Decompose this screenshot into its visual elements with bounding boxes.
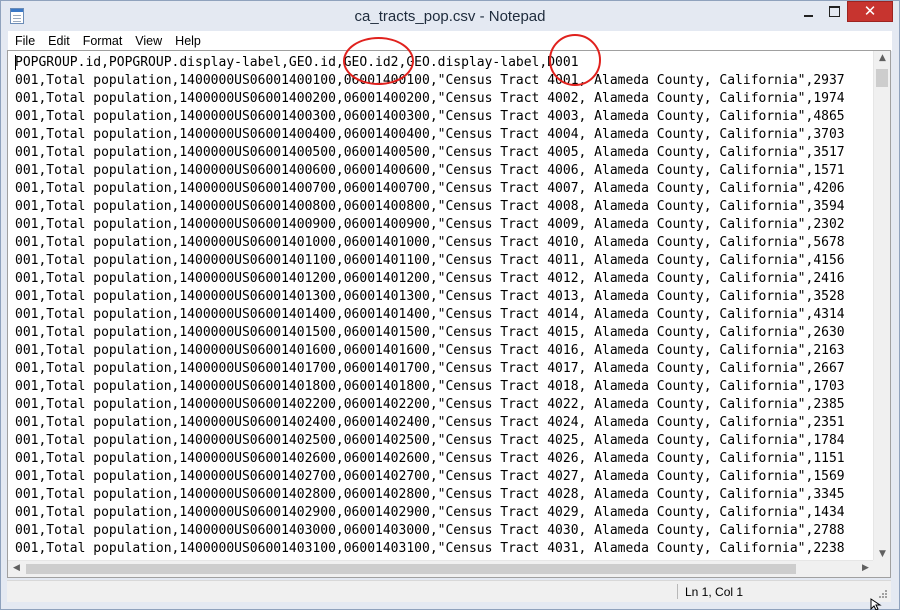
menu-view[interactable]: View — [128, 31, 168, 51]
close-button[interactable]: ✕ — [847, 1, 893, 22]
minimize-button[interactable] — [795, 1, 821, 22]
csv-data-line: 001,Total population,1400000US0600140220… — [15, 397, 845, 412]
status-divider — [677, 584, 678, 599]
csv-data-line: 001,Total population,1400000US0600140110… — [15, 253, 845, 268]
scroll-right-icon[interactable]: ▶ — [857, 563, 874, 573]
mouse-pointer-icon — [870, 598, 882, 610]
text-caret — [15, 55, 16, 70]
vertical-scroll-thumb[interactable] — [876, 69, 888, 87]
csv-data-line: 001,Total population,1400000US0600140260… — [15, 451, 845, 466]
csv-data-line: 001,Total population,1400000US0600140250… — [15, 433, 845, 448]
csv-data-line: 001,Total population,1400000US0600140030… — [15, 109, 845, 124]
scroll-down-icon[interactable]: ▼ — [874, 549, 891, 559]
window-controls: ✕ — [795, 1, 893, 22]
csv-data-line: 001,Total population,1400000US0600140010… — [15, 73, 845, 88]
menu-help[interactable]: Help — [168, 31, 207, 51]
csv-data-line: 001,Total population,1400000US0600140170… — [15, 361, 845, 376]
csv-data-line: 001,Total population,1400000US0600140120… — [15, 271, 845, 286]
cursor-position: Ln 1, Col 1 — [685, 585, 744, 599]
menu-file[interactable]: File — [8, 31, 41, 51]
horizontal-scrollbar[interactable]: ◀ ▶ — [8, 560, 874, 577]
title-bar[interactable]: ca_tracts_pop.csv - Notepad ✕ — [1, 1, 899, 31]
csv-data-line: 001,Total population,1400000US0600140090… — [15, 217, 845, 232]
csv-header-line: POPGROUP.id,POPGROUP.display-label,GEO.i… — [15, 55, 579, 70]
csv-data-line: 001,Total population,1400000US0600140150… — [15, 325, 845, 340]
csv-data-line: 001,Total population,1400000US0600140100… — [15, 235, 845, 250]
horizontal-scroll-thumb[interactable] — [26, 564, 796, 574]
menu-format[interactable]: Format — [76, 31, 129, 51]
maximize-icon — [828, 6, 840, 17]
csv-data-line: 001,Total population,1400000US0600140070… — [15, 181, 845, 196]
csv-data-line: 001,Total population,1400000US0600140040… — [15, 127, 845, 142]
vertical-scrollbar[interactable]: ▲ ▼ — [873, 51, 890, 561]
maximize-button[interactable] — [821, 1, 847, 22]
csv-data-line: 001,Total population,1400000US0600140310… — [15, 541, 845, 556]
text-editor[interactable]: POPGROUP.id,POPGROUP.display-label,GEO.i… — [7, 50, 891, 578]
csv-data-line: 001,Total population,1400000US0600140180… — [15, 379, 845, 394]
scroll-left-icon[interactable]: ◀ — [8, 563, 25, 573]
csv-data-line: 001,Total population,1400000US0600140080… — [15, 199, 845, 214]
menu-bar: File Edit Format View Help — [8, 31, 892, 51]
window-title: ca_tracts_pop.csv - Notepad — [354, 8, 546, 25]
csv-data-line: 001,Total population,1400000US0600140130… — [15, 289, 845, 304]
close-icon: ✕ — [863, 2, 877, 20]
status-bar: Ln 1, Col 1 — [7, 580, 891, 602]
csv-data-line: 001,Total population,1400000US0600140140… — [15, 307, 845, 322]
csv-data-line: 001,Total population,1400000US0600140020… — [15, 91, 845, 106]
scroll-up-icon[interactable]: ▲ — [874, 53, 891, 63]
csv-data-line: 001,Total population,1400000US0600140300… — [15, 523, 845, 538]
csv-data-line: 001,Total population,1400000US0600140270… — [15, 469, 845, 484]
csv-data-line: 001,Total population,1400000US0600140050… — [15, 145, 845, 160]
menu-edit[interactable]: Edit — [41, 31, 76, 51]
csv-data-line: 001,Total population,1400000US0600140240… — [15, 415, 845, 430]
csv-data-line: 001,Total population,1400000US0600140280… — [15, 487, 845, 502]
minimize-icon — [803, 14, 813, 17]
csv-data-line: 001,Total population,1400000US0600140290… — [15, 505, 845, 520]
csv-data-line: 001,Total population,1400000US0600140060… — [15, 163, 845, 178]
csv-data-line: 001,Total population,1400000US0600140160… — [15, 343, 845, 358]
scrollbar-corner — [873, 560, 890, 577]
text-content[interactable]: POPGROUP.id,POPGROUP.display-label,GEO.i… — [8, 51, 874, 561]
